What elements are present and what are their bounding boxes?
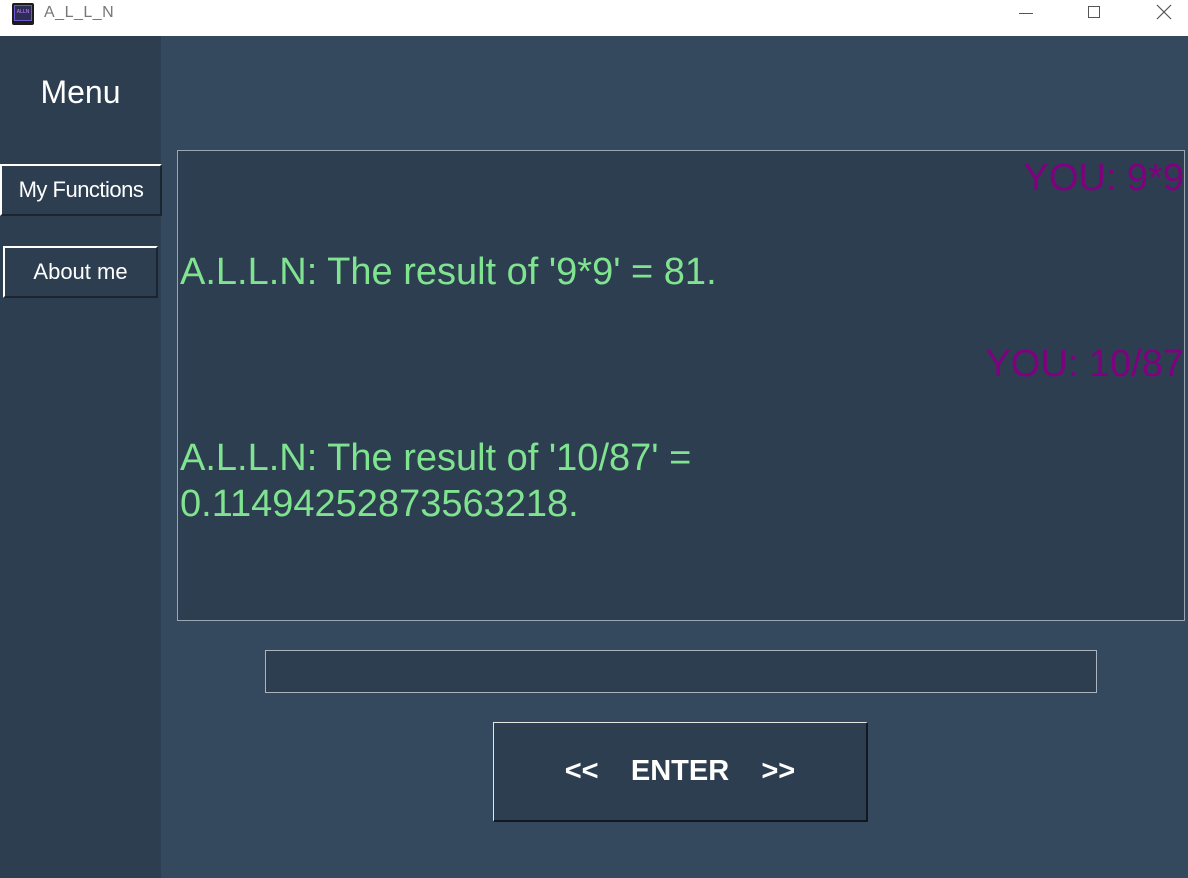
maximize-button[interactable] <box>1060 0 1130 28</box>
minimize-icon <box>1019 13 1033 14</box>
sidebar-title: Menu <box>40 74 121 110</box>
title-bar: ALLN A_L_L_N <box>0 0 1188 36</box>
user-message: YOU: 10/87 <box>985 343 1184 385</box>
enter-button[interactable]: << ENTER >> <box>493 722 868 822</box>
bot-message-line: A.L.L.N: The result of '10/87' = <box>180 437 692 479</box>
window-title: A_L_L_N <box>44 4 115 21</box>
bot-message: A.L.L.N: The result of '9*9' = 81. <box>180 249 717 295</box>
close-icon <box>1156 4 1172 20</box>
sidebar: Menu My Functions About me <box>0 36 162 878</box>
bot-message-line: 0.11494252873563218. <box>180 483 579 525</box>
about-me-button[interactable]: About me <box>3 246 158 298</box>
chat-log[interactable]: YOU: 9*9 A.L.L.N: The result of '9*9' = … <box>177 150 1185 621</box>
app-logo-text: ALLN <box>16 9 30 15</box>
minimize-button[interactable] <box>990 0 1060 28</box>
bot-message-line: A.L.L.N: The result of '9*9' = 81. <box>180 251 717 293</box>
app-logo-icon: ALLN <box>12 3 34 25</box>
app-window: ALLN A_L_L_N Menu My Functions About me … <box>0 0 1188 878</box>
message-input[interactable] <box>265 650 1097 693</box>
bot-message: A.L.L.N: The result of '10/87' = 0.11494… <box>180 435 691 527</box>
my-functions-button[interactable]: My Functions <box>0 164 162 216</box>
maximize-icon <box>1088 6 1100 18</box>
user-message: YOU: 9*9 <box>1023 157 1184 199</box>
close-button[interactable] <box>1130 0 1188 28</box>
